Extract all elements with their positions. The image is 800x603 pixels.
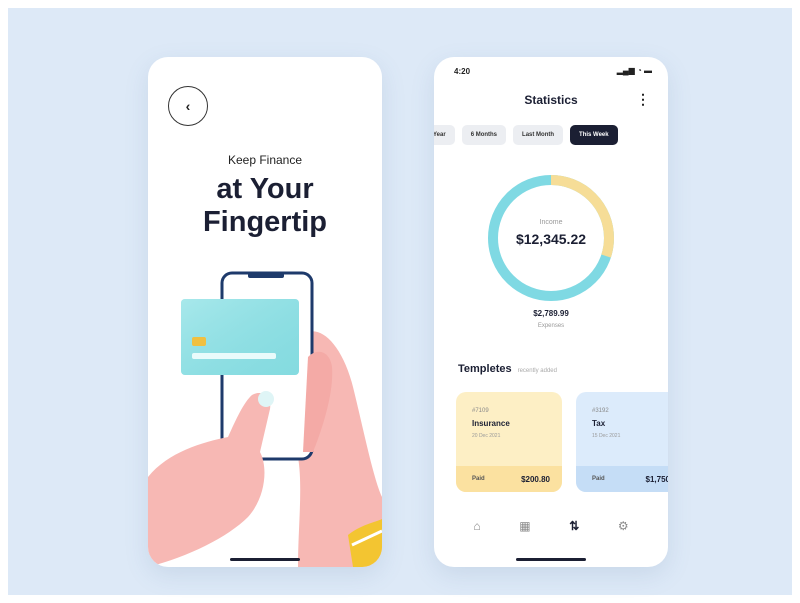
- tab-last-month[interactable]: Last Month: [513, 125, 564, 145]
- template-amount: $1,750: [645, 474, 668, 484]
- transfer-icon[interactable]: ⇅: [569, 519, 579, 533]
- template-status: Paid: [592, 476, 605, 482]
- template-card-tax[interactable]: #3192 Tax 15 Dec 2021 Paid $1,750: [576, 392, 668, 492]
- template-card-insurance[interactable]: #7109 Insurance 20 Dec 2021 Paid $200.80: [456, 392, 562, 492]
- grid-icon[interactable]: ▦: [519, 519, 530, 533]
- template-name: Insurance: [472, 419, 510, 428]
- onboarding-screen: ‹ Keep Finance at Your Fingertip: [148, 57, 382, 567]
- status-time: 4:20: [454, 67, 471, 76]
- hand-phone-card-illustration: [148, 271, 382, 567]
- settings-icon[interactable]: ⚙: [618, 519, 629, 533]
- templates-subtitle: recently added: [517, 368, 557, 374]
- income-label: Income: [539, 219, 563, 226]
- templates-title: Templetes: [458, 363, 512, 375]
- tab-this-week[interactable]: This Week: [570, 125, 618, 145]
- bottom-nav: ⌂ ▦ ⇅ ⚙: [454, 519, 648, 533]
- template-footer: Paid $1,750: [576, 466, 668, 492]
- template-status: Paid: [472, 476, 485, 482]
- home-indicator[interactable]: [516, 558, 586, 561]
- template-date: 15 Dec 2021: [592, 433, 621, 439]
- more-menu-icon[interactable]: ⋮: [636, 91, 650, 108]
- template-name: Tax: [592, 419, 606, 428]
- template-id: #3192: [592, 408, 609, 414]
- tab-year[interactable]: Year: [434, 125, 455, 145]
- expenses-value: $2,789.99: [533, 309, 569, 318]
- template-date: 20 Dec 2021: [472, 433, 501, 439]
- templates-header: Templetes recently added: [458, 363, 557, 375]
- statistics-screen: 4:20 ▂▄▆ ◔ ▬ Statistics ⋮ Year 6 Months …: [434, 57, 668, 567]
- template-footer: Paid $200.80: [456, 466, 562, 492]
- template-amount: $200.80: [521, 474, 550, 484]
- tab-6-months[interactable]: 6 Months: [461, 125, 507, 145]
- page-title: Statistics: [524, 93, 578, 107]
- status-icons: ▂▄▆ ◔ ▬: [616, 66, 652, 75]
- home-icon[interactable]: ⌂: [473, 519, 480, 533]
- home-indicator[interactable]: [230, 558, 300, 561]
- income-value: $12,345.22: [515, 231, 587, 247]
- template-id: #7109: [472, 408, 489, 414]
- period-tabs: Year 6 Months Last Month This Week: [434, 125, 618, 145]
- background: [8, 8, 792, 595]
- expenses-label: Expenses: [537, 323, 565, 329]
